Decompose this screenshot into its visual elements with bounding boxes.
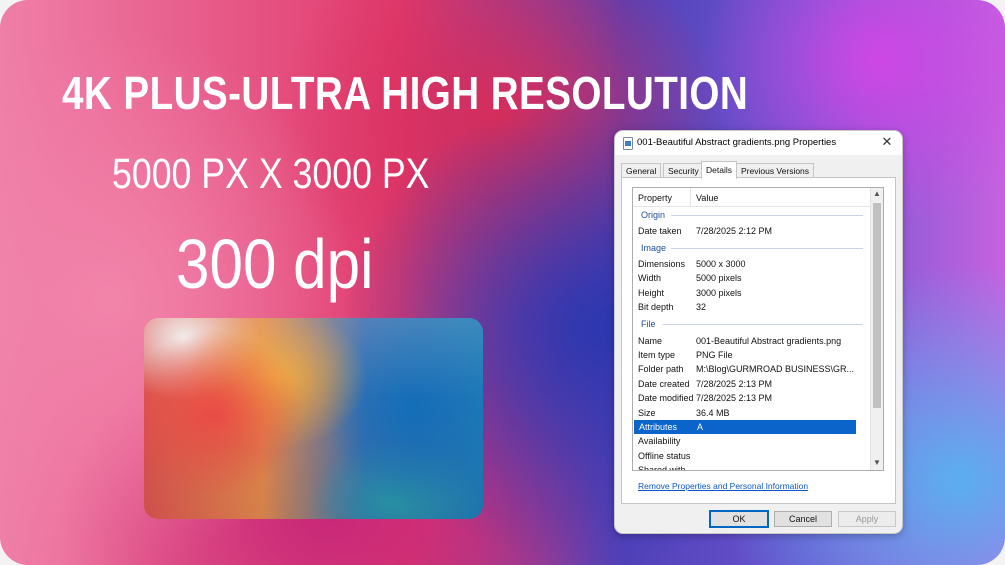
column-separator[interactable] [690,188,691,206]
row-property: Attributes [639,422,678,432]
dpi-text: 300 dpi [176,225,374,303]
list-item[interactable]: Size 36.4 MB [633,406,871,420]
row-property: Availability [638,436,681,446]
row-property: Date modified [638,393,694,403]
list-item[interactable]: Bit depth 32 [633,300,871,314]
resolution-text: 5000 PX X 3000 PX [112,150,430,198]
row-value: 7/28/2025 2:13 PM [696,393,773,403]
list-item[interactable]: Shared with [633,463,871,471]
row-property: Dimensions [638,259,686,269]
row-value: 001-Beautiful Abstract gradients.png [696,336,842,346]
row-value: 36.4 MB [696,408,730,418]
apply-button[interactable]: Apply [838,511,896,527]
row-property: Date taken [638,226,682,236]
tab-general[interactable]: General [621,163,662,178]
group-file: File [641,319,656,329]
png-file-icon [623,137,633,150]
list-item[interactable]: Date created 7/28/2025 2:13 PM [633,377,871,391]
list-item-selected[interactable]: Attributes A [634,420,856,434]
row-property: Name [638,336,663,346]
row-property: Height [638,288,665,298]
list-item[interactable]: Item type PNG File [633,348,871,362]
row-value: PNG File [696,350,733,360]
list-header: Property Value [633,188,871,207]
row-property: Item type [638,350,676,360]
row-value: 5000 x 3000 [696,259,746,269]
vertical-scrollbar[interactable]: ▲ ▼ [870,188,883,470]
gradient-banner: 4K PLUS-ULTRA HIGH RESOLUTION 5000 PX X … [0,0,1005,565]
row-property: Shared with [638,465,686,471]
tab-previous-versions[interactable]: Previous Versions [736,163,815,178]
dialog-titlebar[interactable]: 001-Beautiful Abstract gradients.png Pro… [615,131,902,155]
dialog-title: 001-Beautiful Abstract gradients.png Pro… [637,137,837,148]
group-divider [671,248,863,249]
row-property: Bit depth [638,302,674,312]
row-property: Date created [638,379,690,389]
row-property: Size [638,408,656,418]
headline: 4K PLUS-ULTRA HIGH RESOLUTION [62,67,749,119]
row-value: A [697,422,704,432]
group-image: Image [641,243,667,253]
close-button[interactable]: ✕ [878,133,896,151]
list-item[interactable]: Folder path M:\Blog\GURMROAD BUSINESS\GR.… [633,362,871,376]
row-value: 5000 pixels [696,273,742,283]
scrollbar-thumb[interactable] [873,203,881,408]
row-value: 7/28/2025 2:13 PM [696,379,773,389]
scroll-down-icon[interactable]: ▼ [873,458,881,467]
column-header-property[interactable]: Property [638,193,672,203]
cancel-button[interactable]: Cancel [774,511,832,527]
row-value: 7/28/2025 2:12 PM [696,226,773,236]
list-item[interactable]: Availability [633,434,871,448]
scroll-up-icon[interactable]: ▲ [873,189,881,198]
properties-dialog: 001-Beautiful Abstract gradients.png Pro… [614,130,903,534]
properties-list[interactable]: Property Value Origin Date taken 7/28/202… [632,187,884,471]
list-item[interactable]: Width 5000 pixels [633,271,871,285]
list-item[interactable]: Offline status [633,449,871,463]
remove-properties-link[interactable]: Remove Properties and Personal Informati… [638,481,808,491]
gradient-preview-image [144,318,483,519]
row-property: Folder path [638,364,684,374]
ok-button[interactable]: OK [709,510,769,528]
details-panel: Property Value Origin Date taken 7/28/202… [621,177,896,504]
list-item[interactable]: Name 001-Beautiful Abstract gradients.png [633,334,871,348]
row-property: Offline status [638,451,691,461]
list-item[interactable]: Date modified 7/28/2025 2:13 PM [633,391,871,405]
row-value: M:\Blog\GURMROAD BUSINESS\GR... [696,364,855,374]
list-item[interactable]: Date taken 7/28/2025 2:12 PM [633,224,871,238]
row-value: 32 [696,302,707,312]
list-item[interactable]: Height 3000 pixels [633,286,871,300]
group-divider [671,215,863,216]
tab-security[interactable]: Security [663,163,704,178]
row-property: Width [638,273,662,283]
group-origin: Origin [641,210,666,220]
list-item[interactable]: Dimensions 5000 x 3000 [633,257,871,271]
tab-details[interactable]: Details [701,161,737,179]
group-divider [663,324,863,325]
row-value: 3000 pixels [696,288,742,298]
column-header-value[interactable]: Value [696,193,718,203]
